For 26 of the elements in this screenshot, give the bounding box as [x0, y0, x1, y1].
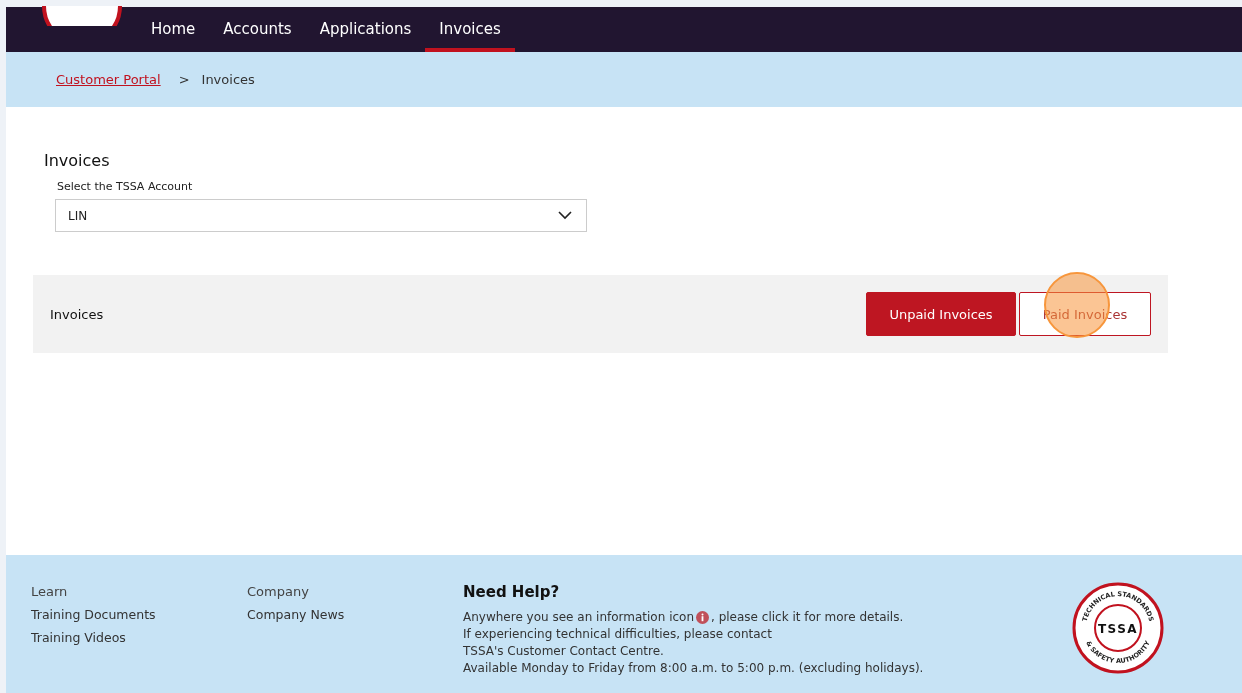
chevron-down-icon [558, 211, 572, 220]
footer-link[interactable]: Training Documents [31, 607, 247, 622]
footer-link[interactable]: Company News [247, 607, 463, 622]
help-text: Available Monday to Friday from 8:00 a.m. to 5:00 p.m. (excluding holidays). [463, 661, 924, 675]
help-heading: Need Help? [463, 583, 561, 601]
page-title: Invoices [44, 151, 111, 170]
help-text: TSSA's Customer Contact Centre. [463, 644, 665, 658]
footer-heading: Learn [31, 584, 69, 599]
help-text: , please click it for more details. [711, 610, 904, 624]
panel-title: Invoices [50, 306, 104, 322]
nav-tab[interactable]: Applications [305, 20, 426, 52]
help-text: Anywhere you see an information icon [463, 610, 694, 624]
account-label: Select the TSSA Account [57, 180, 194, 193]
footer-heading: Company [247, 584, 310, 599]
breadcrumb-link[interactable]: Customer Portal [56, 72, 161, 87]
nav-tab[interactable]: Home [137, 20, 210, 52]
account-select[interactable]: LIN [55, 199, 587, 232]
breadcrumb-current: Invoices [201, 72, 255, 87]
footer-link[interactable]: Training Videos [31, 630, 247, 645]
info-icon [696, 610, 709, 624]
help-text: If experiencing technical difficulties, please contact [463, 627, 773, 641]
logo-text: TSSA [1097, 622, 1139, 636]
invoice-filter-button[interactable]: Unpaid Invoices [866, 292, 1016, 336]
logo-icon [42, 6, 122, 26]
breadcrumb-separator: > [178, 72, 190, 87]
nav-tab[interactable]: Accounts [209, 20, 306, 52]
